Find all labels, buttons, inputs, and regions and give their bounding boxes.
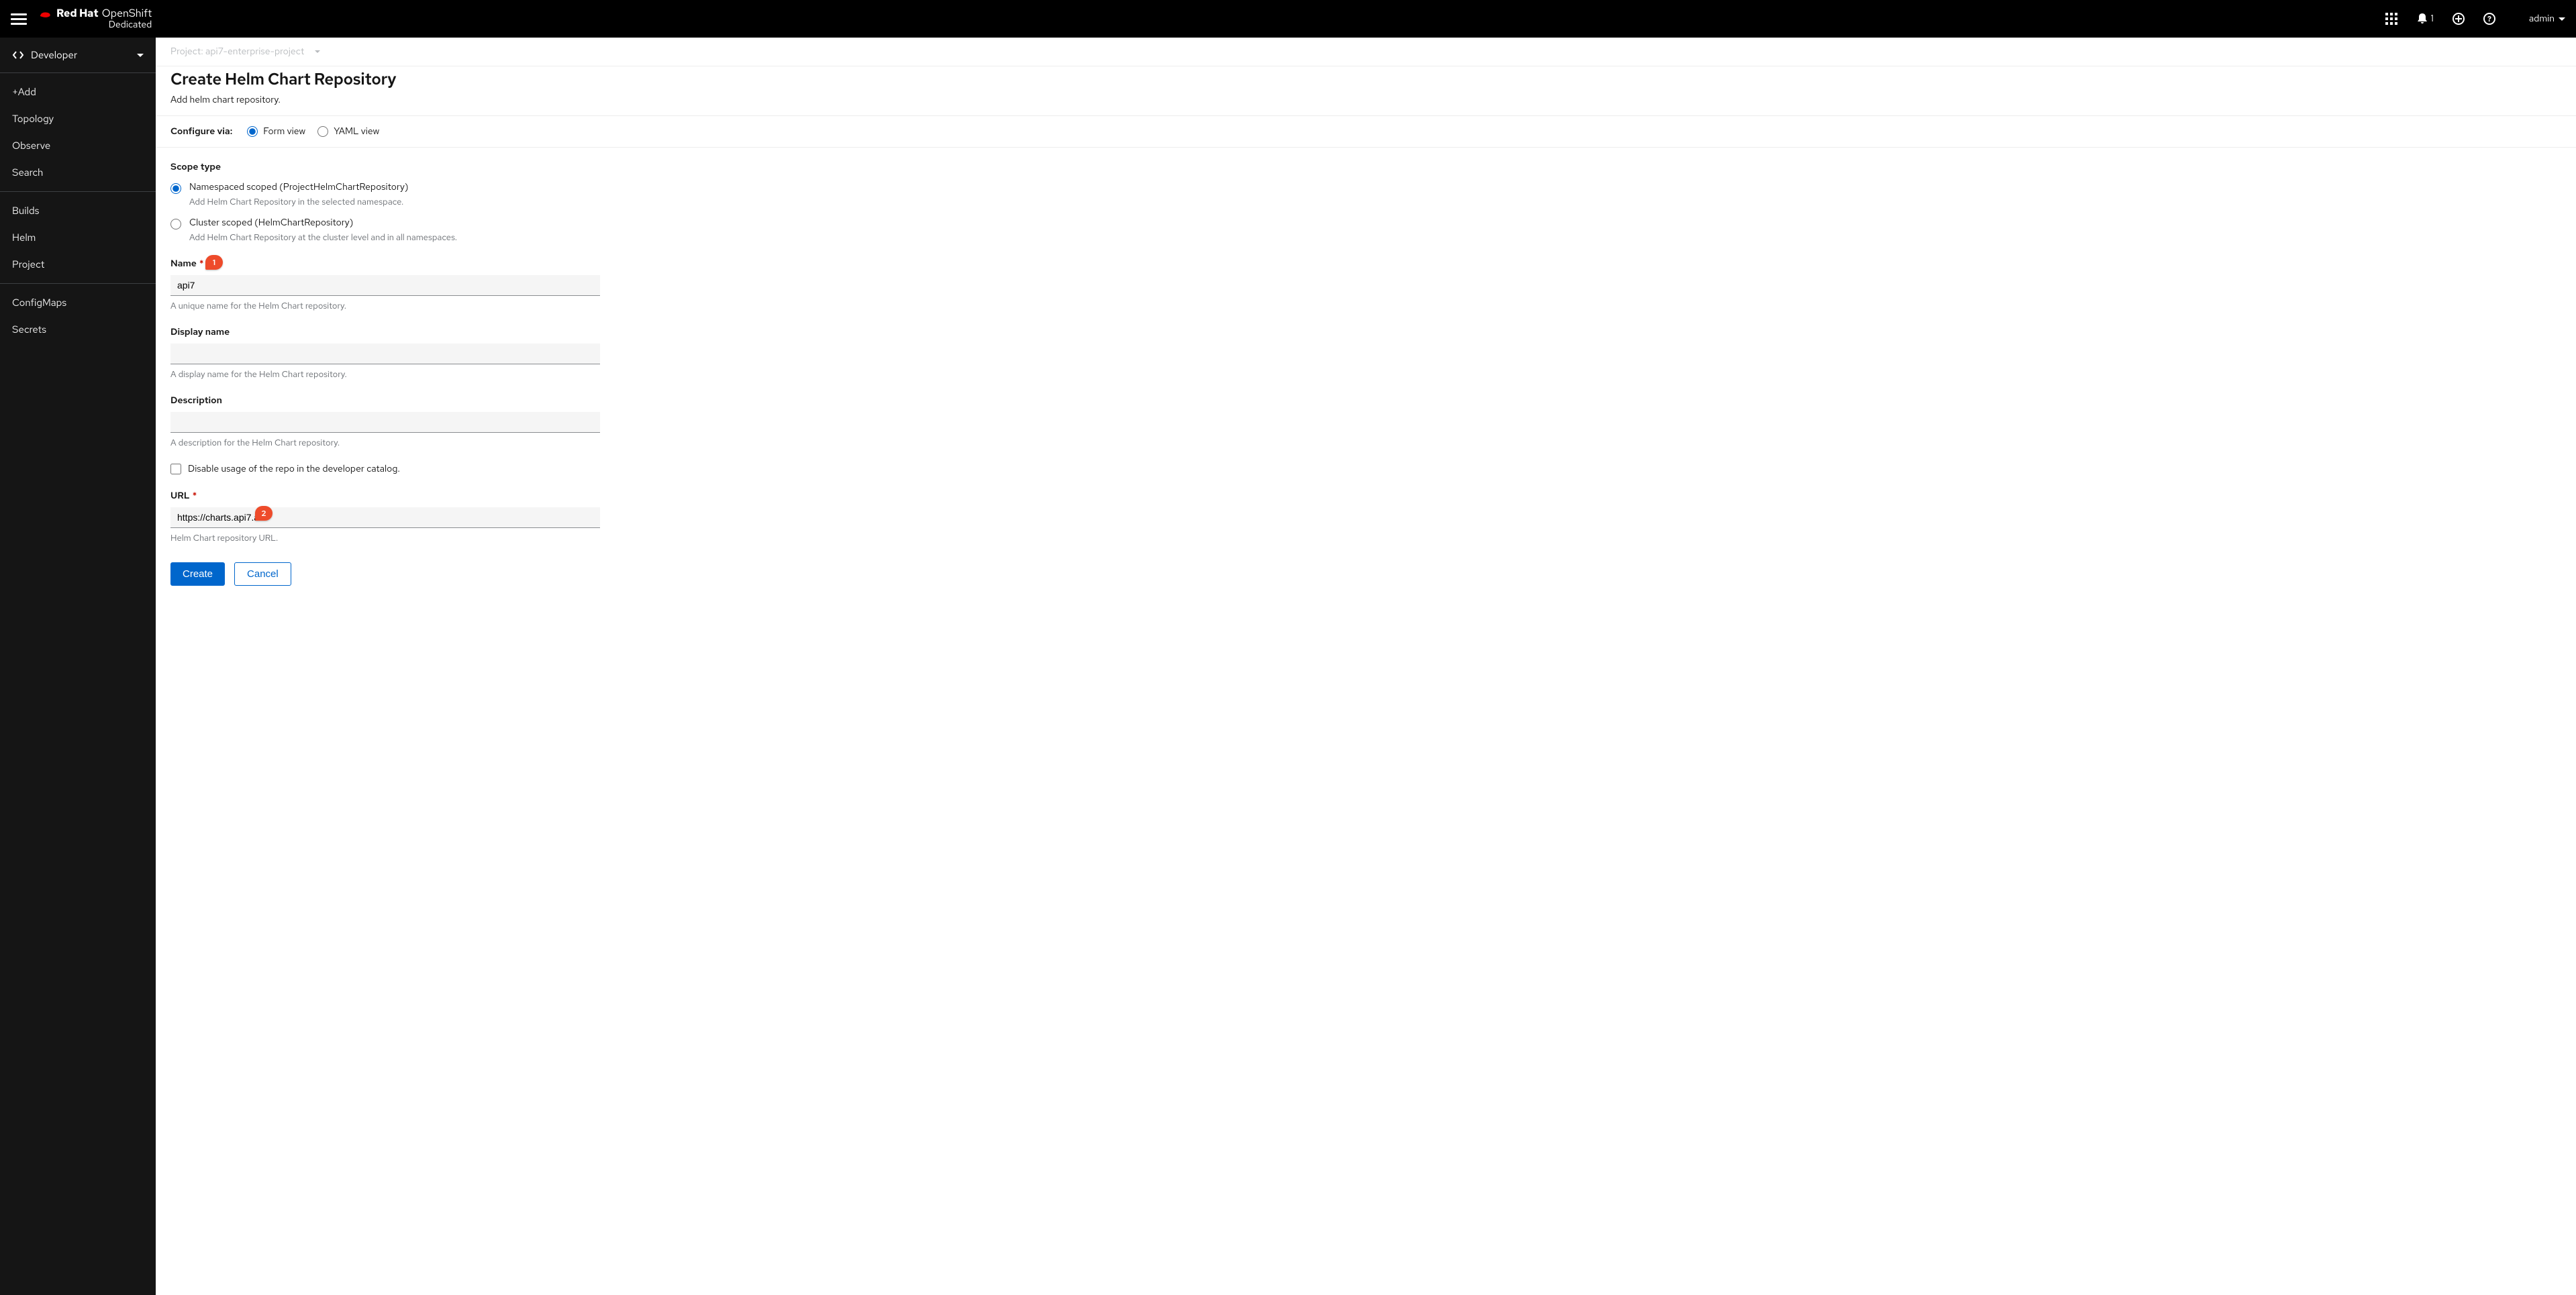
url-label: URL [170, 490, 190, 502]
required-asterisk: * [199, 258, 204, 270]
displayname-input[interactable] [170, 344, 600, 364]
configure-option-form[interactable]: Form view [247, 125, 305, 138]
perspective-label: Developer [31, 48, 130, 62]
scope-title: Namespaced scoped (ProjectHelmChartRepos… [189, 181, 409, 193]
description-input[interactable] [170, 412, 600, 433]
radio-label: Form view [263, 125, 305, 138]
sidebar-item-add[interactable]: +Add [0, 79, 156, 105]
perspective-switcher[interactable]: Developer [0, 38, 156, 73]
radio-cluster[interactable] [170, 219, 181, 229]
sidebar-item-secrets[interactable]: Secrets [0, 316, 156, 343]
hamburger-menu-icon[interactable] [11, 11, 27, 27]
username: admin [2529, 13, 2555, 25]
scope-title: Cluster scoped (HelmChartRepository) [189, 217, 457, 229]
help-icon[interactable]: ? [2483, 13, 2495, 25]
caret-down-icon [2559, 17, 2565, 21]
apps-grid-icon[interactable] [2385, 13, 2397, 25]
sidebar-item-search[interactable]: Search [0, 159, 156, 186]
sidebar-item-observe[interactable]: Observe [0, 132, 156, 159]
name-help: A unique name for the Helm Chart reposit… [170, 300, 758, 311]
brand-name: Red Hat [56, 6, 99, 20]
add-icon[interactable] [2453, 13, 2465, 25]
caret-down-icon [315, 50, 320, 53]
notification-count: 1 [2431, 13, 2434, 25]
product-name: OpenShift [102, 6, 152, 20]
scope-type-label: Scope type [170, 161, 758, 173]
subproduct-name: Dedicated [56, 20, 152, 30]
sidebar-item-project[interactable]: Project [0, 251, 156, 278]
redhat-fedora-icon [38, 9, 52, 23]
scope-description: Add Helm Chart Repository in the selecte… [189, 196, 409, 207]
cancel-button[interactable]: Cancel [234, 562, 291, 586]
project-label: Project: api7-enterprise-project [170, 46, 304, 58]
required-asterisk: * [193, 490, 197, 502]
sidebar-item-configmaps[interactable]: ConfigMaps [0, 289, 156, 316]
page-title: Create Helm Chart Repository [170, 69, 2561, 90]
product-logo: Red Hat OpenShift Dedicated [38, 7, 152, 30]
topbar-actions: 1 ? [2385, 13, 2495, 25]
name-label: Name [170, 258, 197, 270]
notifications-button[interactable]: 1 [2416, 13, 2434, 25]
sidebar-item-builds[interactable]: Builds [0, 197, 156, 224]
radio-form-view[interactable] [247, 126, 258, 137]
sidebar-nav: Developer +Add Topology Observe Search B… [0, 38, 156, 1295]
top-masthead: Red Hat OpenShift Dedicated 1 ? admin [0, 0, 2576, 38]
url-input[interactable] [170, 507, 600, 528]
radio-label: YAML view [334, 125, 379, 138]
displayname-label: Display name [170, 326, 230, 338]
caret-down-icon [137, 54, 144, 57]
configure-label: Configure via: [170, 125, 232, 138]
name-input[interactable] [170, 275, 600, 296]
user-menu[interactable]: admin [2529, 13, 2565, 25]
disable-repo-label: Disable usage of the repo in the develop… [188, 463, 400, 475]
code-icon [12, 49, 24, 61]
sidebar-item-helm[interactable]: Helm [0, 224, 156, 251]
description-help: A description for the Helm Chart reposit… [170, 437, 758, 448]
radio-namespaced[interactable] [170, 183, 181, 194]
configure-option-yaml[interactable]: YAML view [317, 125, 379, 138]
bell-icon [2416, 13, 2428, 25]
svg-text:?: ? [2487, 15, 2491, 24]
description-label: Description [170, 395, 222, 407]
scope-option-namespaced[interactable]: Namespaced scoped (ProjectHelmChartRepos… [170, 181, 758, 207]
url-help: Helm Chart repository URL. [170, 532, 758, 543]
displayname-help: A display name for the Helm Chart reposi… [170, 368, 758, 380]
scope-description: Add Helm Chart Repository at the cluster… [189, 231, 457, 243]
scope-option-cluster[interactable]: Cluster scoped (HelmChartRepository) Add… [170, 217, 758, 243]
disable-repo-checkbox[interactable] [170, 464, 181, 474]
radio-yaml-view[interactable] [317, 126, 328, 137]
project-selector[interactable]: Project: api7-enterprise-project [156, 38, 2576, 66]
main-content: Project: api7-enterprise-project Create … [156, 38, 2576, 1295]
create-button[interactable]: Create [170, 562, 225, 586]
sidebar-item-topology[interactable]: Topology [0, 105, 156, 132]
configure-via-bar: Configure via: Form view YAML view [156, 115, 2576, 148]
page-subtitle: Add helm chart repository. [170, 94, 2561, 106]
